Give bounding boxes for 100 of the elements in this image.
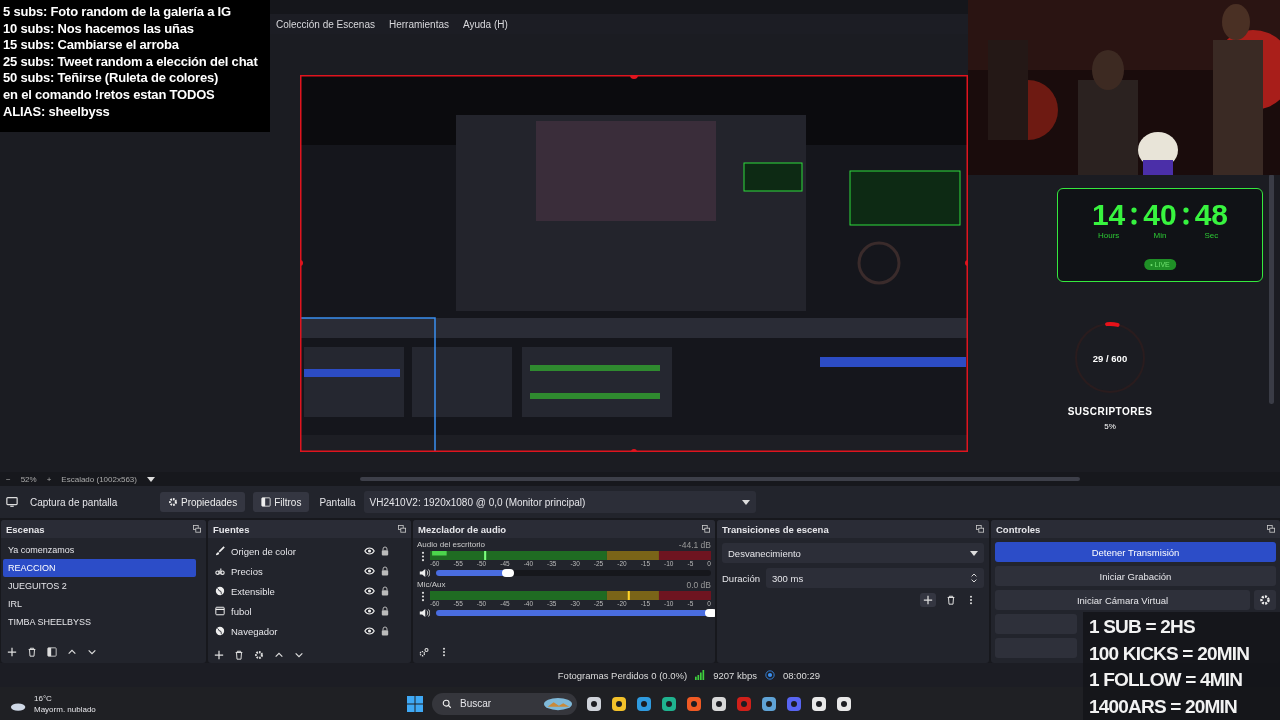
scene-item[interactable]: REACCION: [3, 559, 196, 577]
colon-icon: [1131, 207, 1138, 225]
scene-item[interactable]: TIMBA SHEELBYSS: [3, 613, 196, 631]
menu-item[interactable]: Colección de Escenas: [276, 18, 375, 30]
undock-icon[interactable]: [193, 525, 201, 533]
speaker-icon[interactable]: [419, 608, 430, 618]
channel-reading: -44.1 dB: [678, 540, 711, 550]
eye-icon[interactable]: [364, 547, 375, 555]
scene-item[interactable]: Ya comenzamos: [3, 541, 196, 559]
rule-line: 1 FOLLOW = 4MIN: [1089, 668, 1244, 692]
volume-slider[interactable]: [436, 570, 711, 576]
eye-icon[interactable]: [364, 607, 375, 615]
more-icon[interactable]: [421, 551, 425, 562]
goal-line: 25 subs: Tweet random a elección del chat: [3, 53, 259, 71]
goal-line: ALIAS: sheelbyss: [3, 103, 111, 121]
eye-icon[interactable]: [364, 587, 375, 595]
dropped-frames: Fotogramas Perdidos 0 (0.0%): [557, 669, 688, 681]
rule-line: 100 KICKS = 20MIN: [1089, 641, 1251, 666]
display-dropdown[interactable]: VH2410V2: 1920x1080 @ 0,0 (Monitor principal): [363, 491, 756, 513]
panel-title: Mezclador de audio: [418, 523, 507, 535]
search-icon: [442, 698, 452, 709]
menu-item[interactable]: Herramientas: [388, 18, 449, 30]
gear-icon: [168, 497, 178, 507]
source-item[interactable]: fubol: [231, 605, 358, 617]
settings-icon[interactable]: [254, 650, 264, 660]
control-button[interactable]: Detener Transmisión: [995, 542, 1276, 562]
transition-dropdown[interactable]: Desvanecimiento: [722, 543, 984, 563]
eye-icon[interactable]: [364, 567, 375, 575]
properties-button[interactable]: Propiedades: [160, 492, 246, 512]
goal-line: 10 subs: Nos hacemos las uñas: [3, 20, 195, 38]
source-item[interactable]: Navegador: [231, 625, 358, 637]
globe-icon: [215, 586, 225, 596]
undock-icon[interactable]: [976, 525, 984, 533]
trash-icon[interactable]: [234, 650, 244, 660]
panel-title: Transiciones de escena: [722, 523, 829, 535]
trash-icon[interactable]: [946, 595, 956, 605]
control-button[interactable]: Iniciar Grabación: [995, 566, 1276, 586]
source-name: Captura de pantalla: [30, 496, 119, 508]
filter-icon[interactable]: [47, 647, 57, 657]
caret-icon: [970, 550, 978, 556]
undock-icon[interactable]: [702, 525, 710, 533]
temperature: 16°C: [34, 692, 53, 704]
lock-icon[interactable]: [381, 566, 389, 576]
zoom-in-button[interactable]: +: [46, 474, 52, 484]
filters-button[interactable]: Filtros: [253, 492, 310, 512]
signal-icon: [695, 670, 706, 680]
speaker-icon[interactable]: [419, 568, 430, 578]
caret-icon[interactable]: [146, 476, 155, 482]
timer-label: Hours: [1097, 231, 1120, 240]
duration-field[interactable]: 300 ms: [766, 568, 984, 588]
lock-icon[interactable]: [381, 546, 389, 556]
panel-title: Fuentes: [213, 523, 250, 535]
settings-icon[interactable]: [419, 647, 429, 657]
weather-text: Mayorm. nublado: [34, 703, 96, 715]
bitrate: 9207 kbps: [713, 669, 757, 681]
colon-icon: [1182, 207, 1189, 225]
more-icon[interactable]: [421, 591, 425, 602]
subscribers-title: SUSCRIPTORES: [1067, 406, 1153, 417]
eye-icon[interactable]: [364, 627, 375, 635]
lock-icon[interactable]: [381, 586, 389, 596]
source-item[interactable]: Extensible: [231, 585, 358, 597]
add-icon[interactable]: [920, 593, 936, 607]
down-icon[interactable]: [87, 647, 97, 657]
trash-icon[interactable]: [27, 647, 37, 657]
rule-line: 1 SUB = 2HS: [1089, 615, 1196, 639]
rule-line: 1400ARS = 20MIN: [1089, 694, 1238, 719]
down-icon[interactable]: [294, 650, 304, 660]
globe-icon: [215, 626, 225, 636]
menu-item[interactable]: Ayuda (H): [463, 18, 508, 30]
channel-name: Mic/Aux: [417, 580, 446, 590]
undock-icon[interactable]: [398, 525, 406, 533]
undock-icon[interactable]: [1267, 525, 1275, 533]
lock-icon[interactable]: [381, 626, 389, 636]
monitor-icon: [6, 496, 18, 508]
duration-label: Duración: [722, 572, 761, 584]
zoom-out-button[interactable]: −: [6, 474, 11, 484]
scene-item[interactable]: JUEGUITOS 2: [3, 577, 196, 595]
timer-seconds: 48: [1194, 199, 1229, 231]
broadcast-icon: [765, 670, 775, 680]
scene-item[interactable]: IRL: [3, 595, 196, 613]
control-button[interactable]: Iniciar Cámara Virtual: [995, 590, 1250, 610]
subscribers-percent: 5%: [1104, 422, 1116, 431]
add-icon[interactable]: [7, 647, 17, 657]
channel-name: Audio del escritorio: [417, 540, 486, 550]
up-icon[interactable]: [274, 650, 284, 660]
search-field[interactable]: Buscar: [432, 692, 577, 715]
add-icon[interactable]: [214, 650, 224, 660]
brush-icon: [215, 546, 225, 556]
start-icon[interactable]: [407, 695, 423, 712]
settings-button[interactable]: [1254, 590, 1276, 610]
caret-icon: [741, 499, 750, 505]
source-item[interactable]: Origen de color: [231, 545, 358, 557]
scaling-label: Escalado (1002x563): [61, 474, 137, 484]
source-item[interactable]: Precios: [231, 565, 358, 577]
zoom-level: 52%: [20, 474, 37, 484]
up-icon[interactable]: [67, 647, 77, 657]
goal-line: 50 subs: Teñirse (Ruleta de colores): [3, 70, 220, 87]
gear-icon: [1259, 594, 1271, 606]
panel-title: Controles: [996, 523, 1041, 535]
lock-icon[interactable]: [381, 606, 389, 616]
